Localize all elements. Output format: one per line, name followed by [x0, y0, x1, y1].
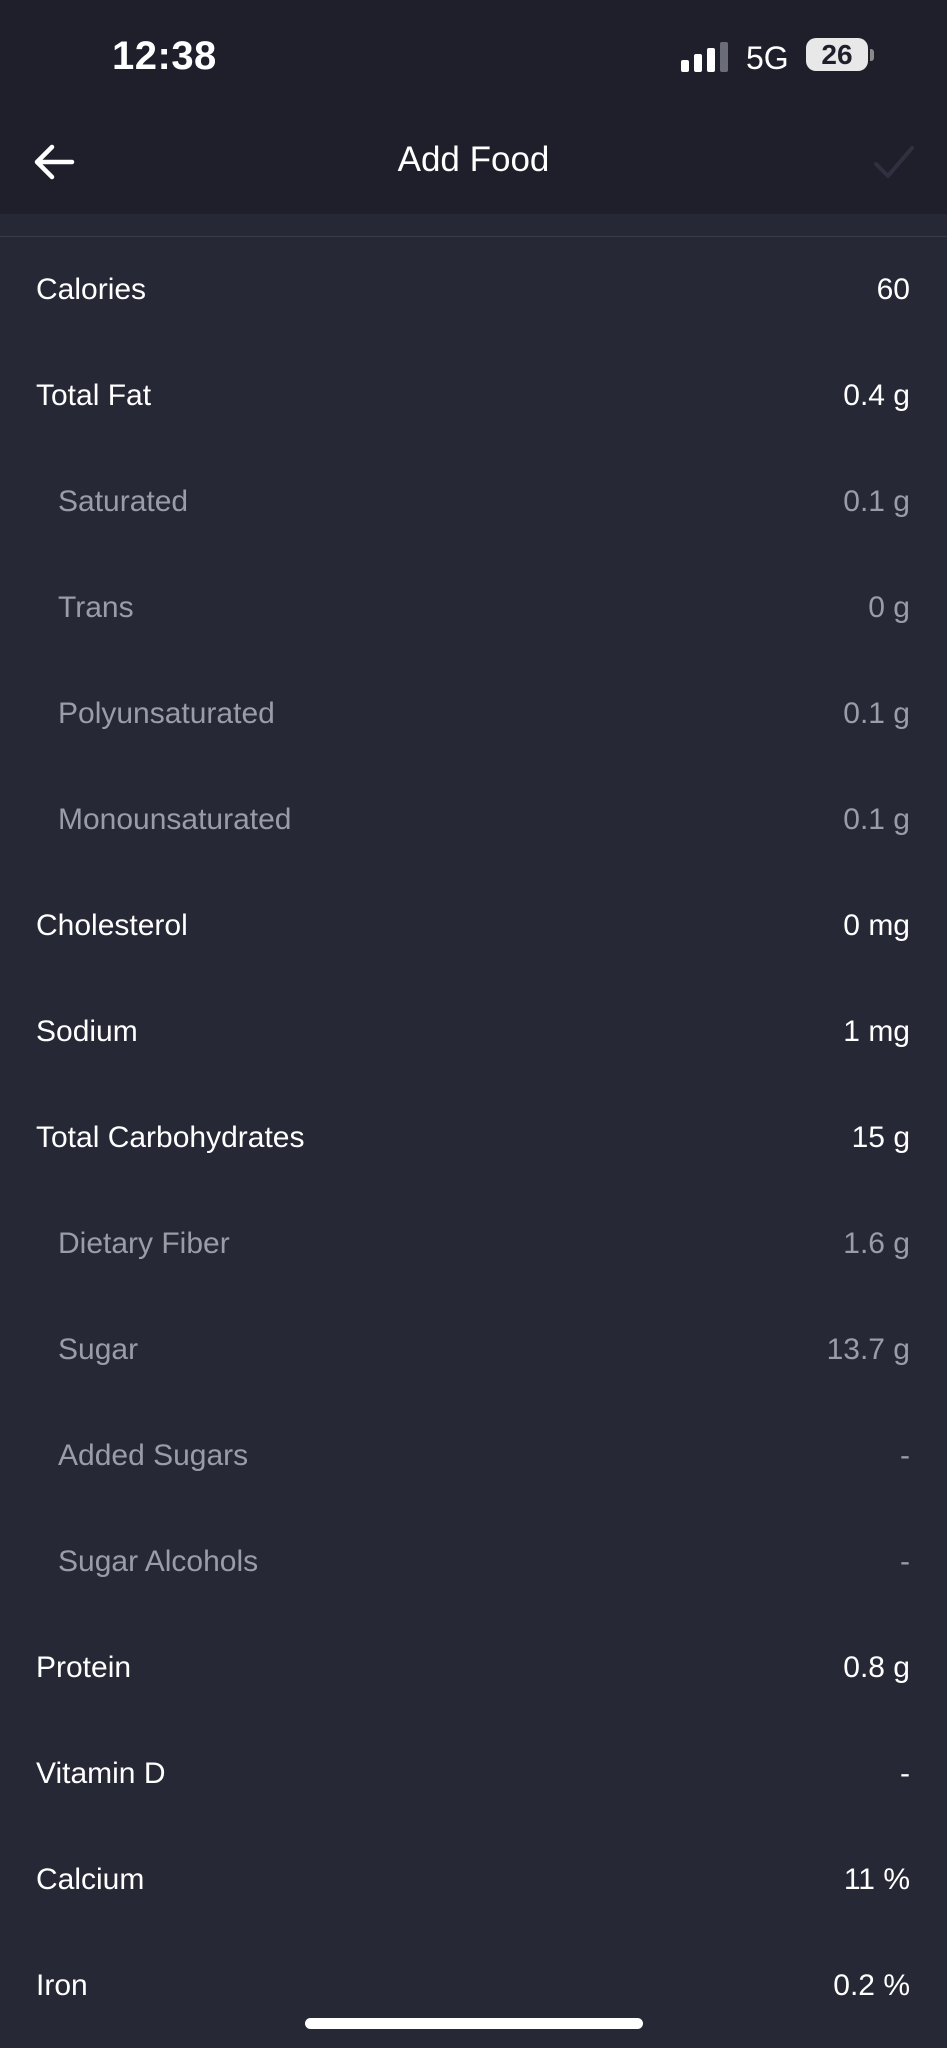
checkmark-icon [874, 146, 914, 178]
nutrient-row-monounsaturated: Monounsaturated 0.1 g [0, 767, 947, 873]
nutrient-label: Total Carbohydrates [36, 1121, 305, 1154]
nutrient-row-sugar-alcohols: Sugar Alcohols - [0, 1509, 947, 1615]
nutrient-label: Vitamin D [36, 1757, 166, 1790]
nutrient-value: 0.1 g [843, 803, 910, 836]
nutrient-row-saturated: Saturated 0.1 g [0, 449, 947, 555]
nutrient-label: Cholesterol [36, 909, 188, 942]
nutrient-value: 0.4 g [843, 379, 910, 412]
nutrient-row-total-carbohydrates: Total Carbohydrates 15 g [0, 1085, 947, 1191]
nutrient-value: - [900, 1757, 910, 1790]
nutrient-value: 60 [876, 273, 910, 306]
nutrient-label: Total Fat [36, 379, 152, 412]
nutrient-row-calcium: Calcium 11 % [0, 1827, 947, 1933]
page-title: Add Food [397, 140, 550, 179]
nutrient-value: 0 mg [843, 909, 910, 942]
nutrient-row-sodium: Sodium 1 mg [0, 979, 947, 1085]
nutrient-row-protein: Protein 0.8 g [0, 1615, 947, 1721]
home-indicator[interactable] [305, 2018, 643, 2029]
nutrient-label: Protein [36, 1651, 132, 1684]
nutrient-label: Polyunsaturated [58, 697, 275, 730]
nutrient-label: Calories [36, 273, 147, 306]
nutrient-value: - [900, 1439, 910, 1472]
signal-strength-icon [681, 40, 731, 72]
nutrient-row-vitamin-d: Vitamin D - [0, 1721, 947, 1827]
nutrient-label: Sugar [58, 1333, 139, 1366]
nutrient-row-calories: Calories 60 [0, 237, 947, 343]
battery-icon: 26 [806, 38, 868, 71]
nutrient-row-total-fat: Total Fat 0.4 g [0, 343, 947, 449]
nutrient-label: Monounsaturated [58, 803, 292, 836]
nutrient-label: Trans [58, 591, 134, 624]
nutrient-value: 11 % [843, 1863, 910, 1896]
nutrient-label: Iron [36, 1969, 88, 2002]
nutrient-value: 0.2 % [833, 1969, 910, 2002]
nutrient-row-trans: Trans 0 g [0, 555, 947, 661]
nutrient-value: 13.7 g [826, 1333, 910, 1366]
nutrient-label: Calcium [36, 1863, 145, 1896]
nutrient-row-polyunsaturated: Polyunsaturated 0.1 g [0, 661, 947, 767]
nutrient-value: 0.8 g [843, 1651, 910, 1684]
confirm-button[interactable] [868, 136, 920, 188]
nutrient-row-cholesterol: Cholesterol 0 mg [0, 873, 947, 979]
nutrient-list: Calories 60 Total Fat 0.4 g Saturated 0.… [0, 237, 947, 2039]
nutrient-value: - [900, 1545, 910, 1578]
status-time: 12:38 [112, 34, 217, 78]
nutrient-label: Sugar Alcohols [58, 1545, 259, 1578]
nutrient-row-added-sugars: Added Sugars - [0, 1403, 947, 1509]
nutrient-label: Saturated [58, 485, 189, 518]
navigation-bar: Add Food [0, 110, 947, 214]
nutrient-label: Added Sugars [58, 1439, 249, 1472]
status-bar: 12:38 5G 26 [0, 0, 947, 110]
nutrient-label: Sodium [36, 1015, 138, 1048]
network-type: 5G [746, 40, 789, 76]
nutrient-value: 0.1 g [843, 485, 910, 518]
nutrient-value: 0 g [868, 591, 910, 624]
battery-tip [870, 49, 874, 61]
battery-level: 26 [821, 39, 853, 70]
nutrient-value: 1.6 g [843, 1227, 910, 1260]
nutrient-row-dietary-fiber: Dietary Fiber 1.6 g [0, 1191, 947, 1297]
nutrient-label: Dietary Fiber [58, 1227, 230, 1260]
nutrient-row-sugar: Sugar 13.7 g [0, 1297, 947, 1403]
nutrient-value: 1 mg [843, 1015, 910, 1048]
nutrient-value: 0.1 g [843, 697, 910, 730]
nutrient-value: 15 g [851, 1121, 910, 1154]
